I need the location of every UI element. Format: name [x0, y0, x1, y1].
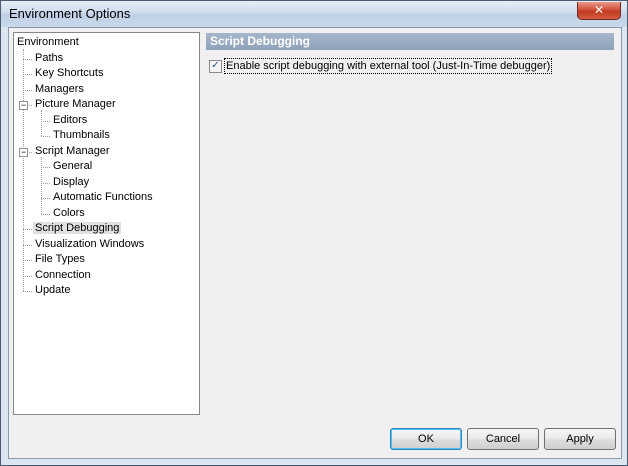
title-bar[interactable]: Environment Options ✕: [1, 1, 627, 27]
tree-branch-line: [41, 121, 50, 122]
tree-branch-line: [23, 74, 32, 75]
tree-item-visualization-windows[interactable]: Visualization Windows: [35, 237, 144, 252]
tree-item-label: Automatic Functions: [53, 191, 153, 203]
tree-branch-line: [23, 245, 32, 246]
tree-item-automatic-functions[interactable]: Automatic Functions: [53, 190, 153, 205]
tree-item-label: General: [53, 160, 93, 172]
tree-item-key-shortcuts[interactable]: Key Shortcuts: [35, 66, 103, 81]
collapse-toggle-icon[interactable]: −: [19, 148, 28, 157]
tree-item-label: Connection: [35, 268, 91, 281]
tree-item-label: File Types: [35, 253, 85, 265]
tree-item-thumbnails[interactable]: Thumbnails: [53, 128, 110, 143]
tree-item-label: Picture Manager: [35, 98, 116, 110]
tree-item-picture-manager[interactable]: Picture Manager: [35, 97, 116, 112]
tree-branch-line: [23, 59, 32, 60]
tree-item-label: Script Manager: [35, 144, 110, 157]
tree-item-label: Paths: [35, 51, 64, 64]
tree-branch-line: [23, 229, 32, 230]
tree-item-script-manager[interactable]: Script Manager: [35, 144, 110, 159]
tree-branch-line: [41, 136, 50, 137]
tree-branch-line: [23, 90, 32, 91]
tree-branch-line: [41, 167, 50, 168]
options-tree[interactable]: Environment Paths Key Shortcuts Managers Pic…: [13, 32, 200, 415]
cancel-button[interactable]: Cancel: [467, 428, 539, 450]
tree-branch-line: [23, 260, 32, 261]
tree-item-general[interactable]: General: [53, 159, 92, 174]
jit-debugger-label[interactable]: Enable script debugging with external to…: [223, 58, 553, 74]
settings-panel: Script Debugging ✓ Enable script debuggi…: [206, 32, 616, 413]
tree-item-label: Script Debugging: [33, 222, 122, 234]
tree-item-label: Update: [35, 284, 71, 296]
ok-button[interactable]: OK: [390, 428, 462, 450]
tree-branch-line: [23, 291, 32, 292]
collapse-toggle-icon[interactable]: −: [19, 101, 28, 110]
tree-item-label: Visualization Windows: [35, 237, 145, 250]
tree-branch-line: [41, 214, 50, 215]
tree-item-label: Colors: [53, 206, 85, 219]
close-icon: ✕: [593, 3, 605, 17]
tree-item-editors[interactable]: Editors: [53, 113, 87, 128]
close-button[interactable]: ✕: [577, 2, 621, 20]
tree-item-connection[interactable]: Connection: [35, 268, 91, 283]
checkmark-icon: ✓: [211, 60, 220, 71]
window-title: Environment Options: [9, 6, 131, 21]
tree-item-file-types[interactable]: File Types: [35, 252, 85, 267]
tree-item-managers[interactable]: Managers: [35, 82, 84, 97]
tree-guide-line: [23, 49, 24, 291]
tree-item-script-debugging[interactable]: Script Debugging: [33, 221, 122, 236]
tree-item-label: Managers: [35, 82, 84, 95]
tree-item-label: Key Shortcuts: [35, 67, 104, 79]
apply-button[interactable]: Apply: [544, 428, 616, 450]
tree-guide-line: [41, 110, 42, 136]
jit-debugger-checkbox[interactable]: ✓: [209, 60, 222, 73]
tree-item-display[interactable]: Display: [53, 175, 89, 190]
tree-branch-line: [41, 183, 50, 184]
tree-item-label: Thumbnails: [53, 129, 110, 141]
options-window: Environment Options ✕ Environment Paths Ke…: [0, 0, 628, 466]
dialog-body: Environment Paths Key Shortcuts Managers Pic…: [8, 27, 622, 459]
tree-item-label: Editors: [53, 113, 88, 126]
tree-item-environment[interactable]: Environment: [17, 35, 79, 50]
tree-item-colors[interactable]: Colors: [53, 206, 85, 221]
tree-branch-line: [23, 276, 32, 277]
tree-guide-line: [41, 157, 42, 214]
panel-header: Script Debugging: [206, 33, 614, 50]
tree-item-label: Display: [53, 175, 90, 188]
tree-item-paths[interactable]: Paths: [35, 51, 63, 66]
tree-item-update[interactable]: Update: [35, 283, 70, 298]
tree-branch-line: [41, 198, 50, 199]
tree-item-label: Environment: [17, 36, 79, 48]
